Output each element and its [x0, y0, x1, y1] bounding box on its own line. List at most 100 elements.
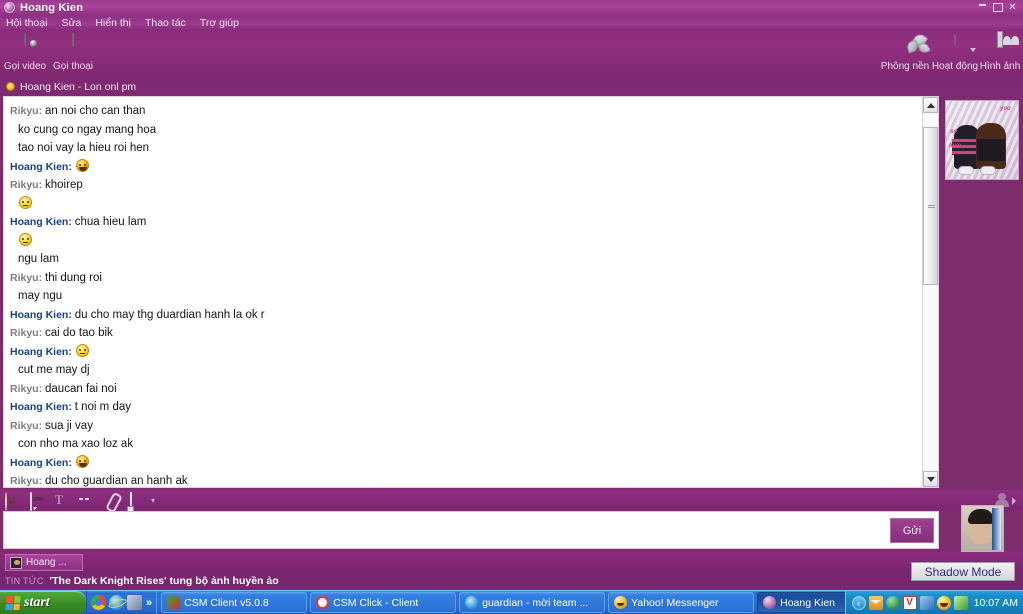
contact-status-text: Hoang Kien - Lon onl pm — [20, 80, 137, 93]
network-icon[interactable] — [953, 595, 968, 610]
chat-message-text: sua ji vay — [45, 419, 93, 432]
close-icon[interactable]: ✕ — [1007, 2, 1018, 13]
internet-explorer-icon[interactable] — [109, 595, 124, 610]
voice-call-label: Gọi thoại — [52, 61, 94, 72]
mail-icon[interactable] — [868, 595, 883, 610]
chat-message-text: may ngu — [18, 290, 63, 302]
chat-message-sender: Hoang Kien: — [10, 160, 75, 173]
chat-message-text: thi dung roi — [45, 271, 102, 284]
buzz-icon[interactable] — [80, 493, 96, 508]
conversation-tab-hoang[interactable]: Hoang ... — [5, 554, 83, 571]
yahoo-tray-icon[interactable] — [936, 595, 951, 610]
scroll-up-icon[interactable] — [923, 97, 938, 113]
text-format-icon[interactable]: T — [55, 493, 71, 508]
start-label: start — [24, 594, 50, 610]
chat-message: Rikyu: daucan fai noi — [10, 380, 918, 399]
menu-item-hoi-thoai[interactable]: Hội thoại — [6, 17, 47, 29]
chat-message: Hoang Kien: t noi m day — [10, 398, 918, 417]
show-desktop-icon[interactable] — [127, 595, 142, 610]
more-chevron-icon[interactable]: » — [146, 597, 152, 609]
avatar-word-so: so — [950, 129, 958, 135]
emoticon-laugh-icon — [75, 454, 89, 468]
taskbar-button[interactable]: CSM Click - Client — [310, 592, 457, 613]
message-log[interactable]: Rikyu: an noi cho can than ko cung co nga… — [4, 97, 922, 487]
chat-message: tao noi vay la hieu roi hen — [10, 139, 918, 158]
scrollbar-thumb[interactable] — [923, 127, 938, 285]
menu-bar: Hội thoại Sửa Hiển thị Thao tác Trợ giúp — [0, 15, 1023, 30]
tray-expand-icon[interactable]: ‹ — [851, 595, 866, 610]
scroll-down-icon[interactable] — [923, 471, 938, 487]
microphone-icon — [42, 33, 104, 60]
send-image-icon[interactable] — [127, 491, 146, 513]
chat-message: Hoang Kien: — [10, 454, 918, 473]
contact-avatar-icon — [10, 556, 22, 569]
shadow-mode-button[interactable]: Shadow Mode — [911, 562, 1015, 581]
chat-message-text: cut me may dj — [18, 364, 90, 376]
message-input[interactable] — [6, 514, 838, 546]
windows-logo-icon — [5, 595, 21, 610]
taskbar-button-label: Yahoo! Messenger — [631, 596, 719, 609]
chevron-down-icon-3[interactable]: ▾ — [151, 496, 155, 505]
messenger-tray-icon[interactable] — [919, 595, 934, 610]
avatar-word-you: you — [1000, 106, 1011, 112]
taskbar-button-label: CSM Click - Client — [333, 596, 419, 609]
photo-icon — [976, 32, 1023, 60]
quick-launch-bar: » — [86, 590, 158, 614]
chat-message: Hoang Kien: — [10, 158, 918, 177]
image-button[interactable]: Hình ảnh — [976, 32, 1023, 72]
emoticon-icon[interactable] — [5, 491, 21, 511]
csm-client-icon — [167, 596, 181, 609]
menu-item-thao-tac[interactable]: Thao tác — [145, 17, 186, 29]
chat-message — [10, 232, 918, 251]
voice-call-button[interactable]: Gọi thoại — [42, 33, 104, 72]
send-button[interactable]: Gửi — [890, 518, 934, 543]
chat-message: Hoang Kien: — [10, 343, 918, 362]
chrome-icon[interactable] — [91, 595, 106, 610]
taskbar-buttons: CSM Client v5.0.8 CSM Click - Client guard… — [157, 591, 845, 614]
chat-message-text: chua hieu lam — [74, 216, 147, 228]
avatar-shoe-left — [958, 166, 974, 175]
menu-item-sua[interactable]: Sửa — [61, 17, 81, 29]
main-toolbar: Gọi video Gọi thoại Phông nền Hoạt động — [0, 30, 1023, 78]
chat-message: Rikyu: thi dung roi — [10, 269, 918, 288]
chat-message: Rikyu: sua ji vay — [10, 417, 918, 436]
menu-item-tro-giup[interactable]: Trợ giúp — [200, 17, 239, 29]
chat-message-sender: Rikyu: — [10, 179, 46, 191]
news-ticker[interactable]: TIN TỨC 'The Dark Knight Rises' tung bộ … — [0, 572, 1023, 590]
ping-bubble-icon[interactable] — [30, 491, 46, 511]
chat-message-sender: Hoang Kien: — [10, 216, 75, 228]
maximize-icon[interactable] — [992, 1, 1003, 14]
chat-message-text: con nho ma xao loz ak — [18, 438, 134, 450]
news-ticker-headline[interactable]: 'The Dark Knight Rises' tung bộ ảnh huyề… — [50, 575, 279, 587]
messenger-icon — [4, 2, 15, 13]
chat-message-text: t noi m day — [74, 401, 131, 413]
menu-item-hien-thi[interactable]: Hiển thị — [95, 17, 131, 29]
chat-message-sender: Hoang Kien: — [10, 345, 75, 358]
webcam-hair — [968, 509, 994, 524]
chat-message-sender: Rikyu: — [10, 105, 46, 117]
start-button[interactable]: start — [0, 590, 86, 614]
chat-message: ngu lam — [10, 250, 918, 269]
taskbar-button[interactable]: Yahoo! Messenger — [608, 592, 755, 613]
yahoo-messenger-window: Hoang Kien ✕ Hội thoại Sửa Hiển thị Thao… — [0, 0, 1023, 614]
scrollbar-track[interactable] — [923, 113, 938, 471]
message-log-scrollbar[interactable] — [922, 97, 938, 487]
taskbar-clock[interactable]: 10:07 AM — [974, 597, 1018, 609]
webcam-strip — [992, 508, 1001, 550]
taskbar-button[interactable]: Hoang Kien — [757, 592, 845, 613]
taskbar-button[interactable]: guardian - mời team ... — [459, 592, 606, 613]
taskbar-button[interactable]: CSM Client v5.0.8 — [161, 592, 308, 613]
chat-message-text: ngu lam — [18, 253, 59, 265]
globe-icon[interactable] — [885, 595, 900, 610]
windows-taskbar: start » CSM Client v5.0.8 CSM Click - Cli… — [0, 590, 1023, 614]
chat-message: may ngu — [10, 287, 918, 306]
webcam-preview[interactable] — [961, 505, 1004, 552]
vbox-icon[interactable]: V — [902, 595, 917, 610]
chat-message-sender: Hoang Kien: — [10, 401, 75, 413]
yahoo-icon — [614, 596, 628, 609]
emoticon-smile-icon — [75, 343, 89, 357]
chat-message-sender: Rikyu: — [10, 382, 46, 395]
chat-message-sender: Rikyu: — [10, 271, 46, 284]
attach-file-icon[interactable] — [105, 493, 121, 508]
avatar[interactable]: so love you — [945, 100, 1019, 180]
